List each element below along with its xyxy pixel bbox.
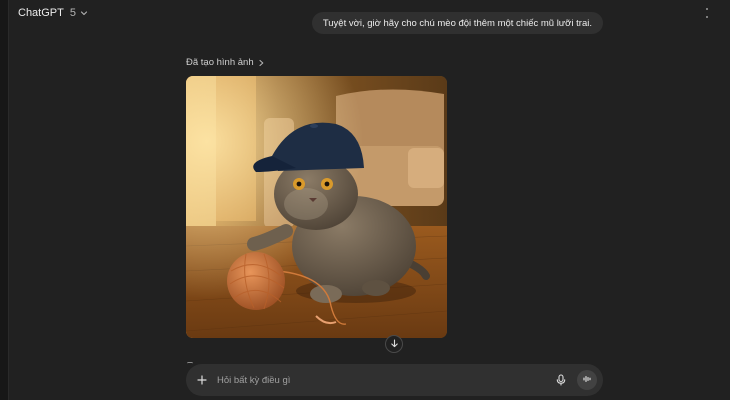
model-switcher[interactable]: ChatGPT 5: [18, 6, 88, 20]
message-composer: [186, 364, 603, 396]
chevron-down-icon: [80, 9, 88, 17]
scroll-down-button[interactable]: [385, 335, 403, 353]
plus-icon[interactable]: [195, 373, 209, 387]
voice-mode-button[interactable]: [577, 370, 597, 390]
model-version: 5: [69, 7, 76, 19]
image-created-text: Đã tạo hình ảnh: [186, 57, 254, 68]
more-options-icon[interactable]: [706, 8, 708, 18]
generated-image[interactable]: [186, 76, 447, 338]
chevron-right-icon: [258, 59, 265, 67]
arrow-down-icon: [390, 335, 399, 353]
user-message: Tuyệt vời, giờ hãy cho chú mèo đội thêm …: [311, 12, 603, 34]
sidebar-edge: [0, 0, 9, 400]
composer-top-marker: [187, 362, 193, 365]
model-name: ChatGPT: [18, 7, 64, 19]
voice-waveform-icon: [582, 371, 592, 389]
microphone-icon[interactable]: [553, 372, 569, 388]
prompt-input[interactable]: [217, 374, 553, 386]
image-created-label[interactable]: Đã tạo hình ảnh: [186, 57, 265, 68]
